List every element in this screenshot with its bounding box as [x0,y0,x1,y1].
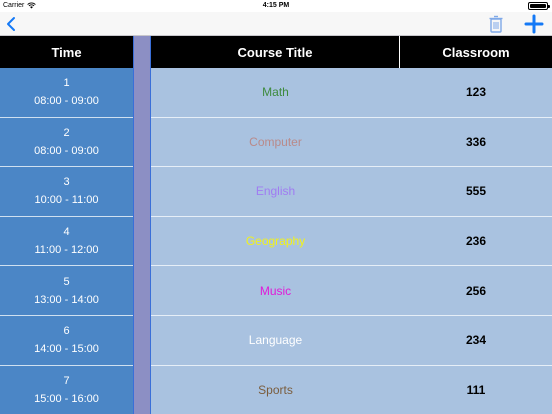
column-separator[interactable] [133,68,151,414]
time-range: 08:00 - 09:00 [34,144,99,157]
header-time: Time [0,36,133,68]
status-right [528,2,550,10]
time-cell[interactable]: 6 14:00 - 15:00 [0,315,133,366]
time-cell[interactable]: 7 15:00 - 16:00 [0,365,133,414]
time-range: 15:00 - 16:00 [34,392,99,405]
time-range: 08:00 - 09:00 [34,95,99,108]
period-number: 6 [63,325,70,338]
table-row[interactable]: Sports 111 [151,365,552,414]
time-column: 1 08:00 - 09:00 2 08:00 - 09:00 3 10:00 - 11:… [0,68,133,414]
header-separator [133,36,151,68]
table-row[interactable]: Geography 236 [151,216,552,267]
header-classroom: Classroom [400,36,552,68]
time-cell[interactable]: 4 11:00 - 12:00 [0,216,133,267]
table-row[interactable]: Math 123 [151,68,552,118]
table-row[interactable]: Computer 336 [151,117,552,168]
course-title: Computer [249,134,302,149]
header-course-title: Course Title [151,36,400,68]
time-cell[interactable]: 1 08:00 - 09:00 [0,68,133,118]
course-title: Math [262,85,289,100]
add-button[interactable] [523,13,545,35]
period-number: 5 [63,275,70,288]
time-cell[interactable]: 5 13:00 - 14:00 [0,266,133,316]
time-range: 14:00 - 15:00 [34,343,99,356]
period-number: 2 [63,126,70,139]
course-title: English [255,184,296,199]
time-cell[interactable]: 2 08:00 - 09:00 [0,117,133,168]
classroom-number: 123 [465,85,487,100]
table-row[interactable]: Music 256 [151,266,552,316]
navigation-bar [0,12,552,36]
trash-icon[interactable] [488,14,504,34]
classroom-number: 555 [465,184,487,199]
period-number: 7 [63,374,70,387]
time-range: 11:00 - 12:00 [34,244,99,257]
classroom-number: 111 [466,382,486,397]
battery-icon [528,2,550,10]
status-time: 4:15 PM [262,2,290,9]
status-bar: Carrier 4:15 PM [0,0,552,12]
period-number: 3 [63,176,70,189]
classroom-number: 234 [465,333,487,348]
period-number: 4 [63,226,70,239]
period-number: 1 [63,77,70,90]
time-range: 13:00 - 14:00 [34,293,99,306]
back-button[interactable] [4,14,20,34]
course-rows: Math 123 Computer 336 English 555 Geography 236… [151,68,552,414]
course-title: Language [248,333,303,348]
time-cell[interactable]: 3 10:00 - 11:00 [0,167,133,217]
schedule-table: Time Course Title Classroom 1 08:00 - 09:… [0,36,552,414]
course-title: Sports [258,382,293,397]
classroom-number: 256 [465,283,487,298]
course-title: Music [259,283,292,298]
classroom-number: 236 [465,234,487,249]
table-row[interactable]: English 555 [151,167,552,217]
classroom-number: 336 [465,134,487,149]
time-range: 10:00 - 11:00 [34,194,99,207]
table-row[interactable]: Language 234 [151,315,552,366]
course-title: Geography [245,234,306,249]
